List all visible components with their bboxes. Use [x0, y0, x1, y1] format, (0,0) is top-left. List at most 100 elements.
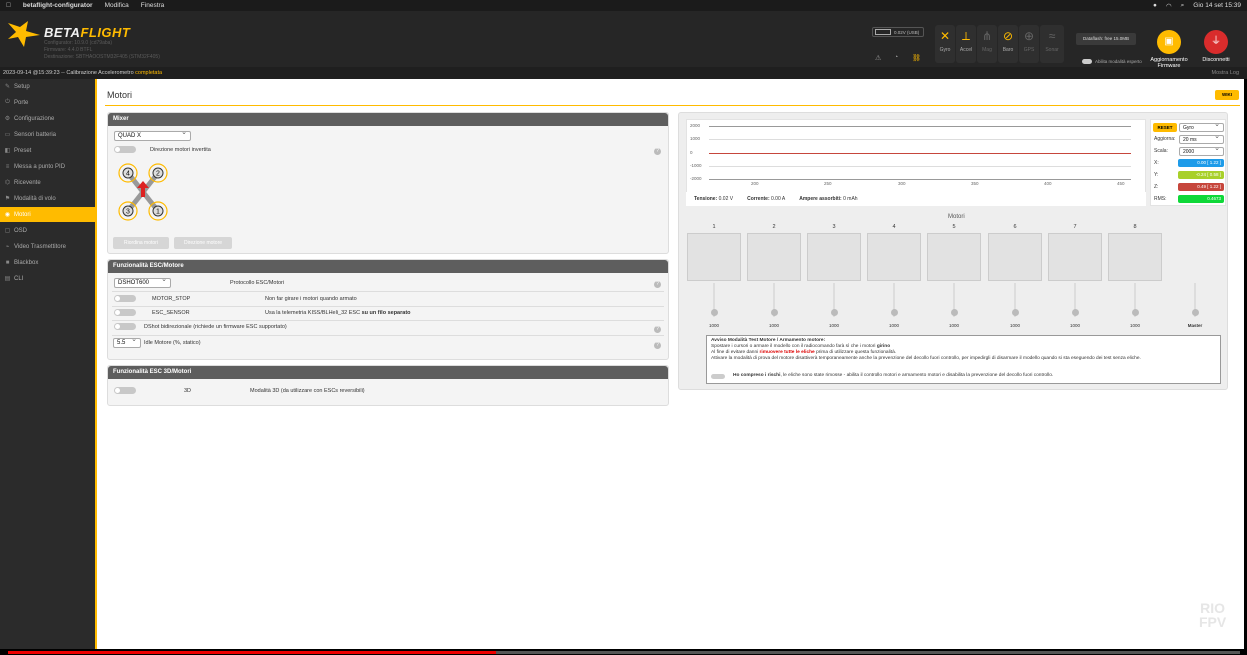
motor-direction-button[interactable]: Direzione motore	[174, 237, 232, 249]
help-icon[interactable]: ?	[654, 281, 661, 288]
row-divider	[112, 335, 664, 336]
sensor-graph: 2000 1000 0 -1000 -2000 200 250 300 350 …	[686, 119, 1146, 193]
sidebar-item-blackbox[interactable]: ■ Blackbox	[0, 255, 95, 271]
motor-number: 8	[1133, 224, 1137, 230]
gear-icon: ⚙	[4, 116, 11, 122]
bidir-dshot-toggle[interactable]	[114, 323, 136, 330]
rms-value: 0.4673	[1178, 195, 1224, 203]
expert-label: Abilita modalità esperto	[1095, 59, 1142, 64]
motor-slider-knob[interactable]	[831, 309, 838, 316]
motor-meter	[867, 233, 921, 281]
esc-sensor-toggle[interactable]	[114, 309, 136, 316]
x-tick: 350	[971, 181, 979, 186]
flag-icon: ⚑	[4, 196, 11, 202]
mixer-header: Mixer	[108, 113, 668, 126]
x-tick: 300	[898, 181, 906, 186]
help-icon[interactable]: ?	[654, 148, 661, 155]
motor-icon: ◉	[4, 212, 11, 218]
rio-fpv-watermark: RIO FPV	[1199, 600, 1227, 630]
motor-stop-toggle[interactable]	[114, 295, 136, 302]
esc-protocol-select[interactable]: DSHOT600	[114, 276, 171, 288]
status-icon[interactable]: ●	[1153, 2, 1157, 9]
sidebar-item-setup[interactable]: ✎ Setup	[0, 79, 95, 95]
motor-slider-knob[interactable]	[771, 309, 778, 316]
motors-title: Motori	[948, 214, 965, 220]
expert-mode-toggle[interactable]: Abilita modalità esperto	[1082, 59, 1143, 64]
page-title: Motori	[107, 90, 133, 100]
sidebar-item-osd[interactable]: ▢ OSD	[0, 223, 95, 239]
row-divider	[112, 291, 664, 292]
help-icon[interactable]: ?	[654, 342, 661, 349]
disconnect-button[interactable]: ⏚ Disconnetti	[1196, 30, 1236, 63]
motor-stop-desc: Non far girare i motori quando armato	[265, 296, 357, 302]
reverse-motors-toggle[interactable]	[114, 146, 136, 153]
app-menu[interactable]: betaflight-configurator	[23, 2, 93, 9]
mixer-type-select[interactable]: QUAD X	[114, 129, 191, 141]
firmware-update-button[interactable]: ▣ Aggiornamento Firmware	[1145, 30, 1193, 69]
sidebar-item-pid[interactable]: ≡ Messa a punto PID	[0, 159, 95, 175]
refresh-select[interactable]: 20 ms	[1179, 133, 1224, 144]
motor-value: 1000	[948, 323, 959, 328]
voltage-stat: Tensione: 0.02 V	[694, 196, 734, 202]
risk-ack-label: Ho compreso i rischi, le eliche sono sta…	[733, 373, 1054, 378]
log-bar: 2023-09-14 @15:39:23 -- Calibrazione Acc…	[0, 67, 1247, 79]
expert-toggle-switch[interactable]	[1082, 59, 1092, 64]
menu-finestra[interactable]: Finestra	[141, 2, 164, 9]
motor-slider-knob[interactable]	[1012, 309, 1019, 316]
gyro-icon: ✕	[939, 29, 951, 43]
sidebar-item-preset[interactable]: ◧ Preset	[0, 143, 95, 159]
z-label: Z:	[1154, 184, 1159, 190]
mah-stat: Ampere assorbiti: 0 mAh	[799, 196, 858, 202]
clock[interactable]: Gio 14 set 15:39	[1193, 2, 1241, 9]
search-icon[interactable]: ⌕	[1181, 2, 1185, 10]
accel-icon: ⟂	[961, 29, 970, 43]
wiki-button[interactable]: WIKI	[1215, 90, 1239, 100]
current-stat: Corrente: 0.00 A	[747, 196, 786, 202]
idle-value-input[interactable]: 5.5	[113, 336, 141, 348]
sidebar-item-configurazione[interactable]: ⚙ Configurazione	[0, 111, 95, 127]
usb-disconnect-icon: ⏚	[1204, 30, 1228, 54]
video-progress-bar[interactable]	[0, 649, 1247, 655]
sidebar-item-motori[interactable]: ◉ Motori	[0, 207, 95, 223]
menu-modifica[interactable]: Modifica	[105, 2, 129, 9]
sidebar-item-modalita-volo[interactable]: ⚑ Modalità di volo	[0, 191, 95, 207]
sidebar-item-cli[interactable]: ▤ CLI	[0, 271, 95, 287]
battery-text: 0.02V (USB)	[894, 29, 920, 35]
sidebar-item-ricevente[interactable]: ⌬ Ricevente	[0, 175, 95, 191]
reorder-motors-button[interactable]: Riordina motori	[113, 237, 169, 249]
app-header: BETAFLIGHT Configurator: 10.9.0 (cd79aba…	[0, 11, 1247, 69]
mode-3d-toggle[interactable]	[114, 387, 136, 394]
sidebar-item-porte[interactable]: ⏻ Porte	[0, 95, 95, 111]
wifi-icon[interactable]: ◠	[1166, 2, 1172, 10]
mode-3d-desc: Modalità 3D (da utilizzare con ESCs reve…	[250, 388, 365, 394]
motor-value: 1000	[1129, 323, 1140, 328]
row-divider	[112, 320, 664, 321]
motor-number: 5	[952, 224, 956, 230]
main-content: Motori WIKI Mixer QUAD X Direzione motor…	[95, 79, 1244, 649]
motor-slider-knob[interactable]	[1132, 309, 1139, 316]
scale-select[interactable]: 2000	[1179, 145, 1224, 156]
esc-protocol-label: Protocollo ESC/Motori	[230, 280, 285, 286]
battery-icon: ▭	[4, 132, 11, 138]
firmware-chip-icon: ▣	[1157, 30, 1181, 54]
graph-line	[709, 126, 1131, 127]
apple-icon[interactable]: 	[6, 2, 11, 9]
mode-3d-label: 3D	[184, 388, 192, 394]
master-slider-knob[interactable]	[1192, 309, 1199, 316]
motor-test-panel: 2000 1000 0 -1000 -2000 200 250 300 350 …	[678, 112, 1228, 390]
motor-slider-knob[interactable]	[711, 309, 718, 316]
warning-icon: ⚠	[875, 55, 882, 62]
motor-slider-knob[interactable]	[891, 309, 898, 316]
y-tick: 1000	[690, 136, 701, 141]
sidebar-item-vtx[interactable]: ⌁ Video Trasmettitore	[0, 239, 95, 255]
graph-source-select[interactable]: Gyro	[1179, 121, 1224, 132]
show-log-link[interactable]: Mostra Log	[1211, 67, 1239, 79]
motor-meter	[807, 233, 861, 281]
motor-slider-knob[interactable]	[951, 309, 958, 316]
sidebar-item-sensori-batteria[interactable]: ▭ Sensori batteria	[0, 127, 95, 143]
motor-test-enable-toggle[interactable]	[711, 374, 725, 379]
help-icon[interactable]: ?	[654, 326, 661, 333]
motor-slider-knob[interactable]	[1072, 309, 1079, 316]
bidir-dshot-label: DShot bidirezionale (richiede un firmwar…	[144, 324, 287, 330]
reset-button[interactable]: RESET	[1153, 123, 1177, 132]
